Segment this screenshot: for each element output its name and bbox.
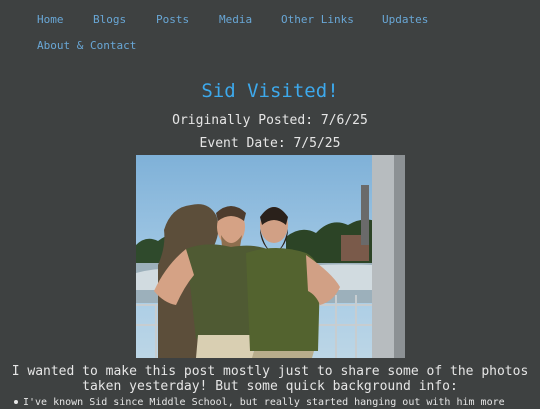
nav-about-contact-link[interactable]: About & Contact <box>37 39 136 53</box>
bullet-icon <box>14 400 18 404</box>
nav-home-link[interactable]: Home <box>37 13 64 27</box>
nav-posts-link[interactable]: Posts <box>156 13 189 27</box>
post-photo <box>136 155 405 358</box>
intro-line-2: taken yesterday! But some quick backgrou… <box>82 379 458 394</box>
intro-line-1: I wanted to make this post mostly just t… <box>11 364 529 379</box>
list-item-text: I've known Sid since Middle School, but … <box>23 397 505 408</box>
event-date: Event Date: 7/5/25 <box>199 136 341 151</box>
nav-updates-link[interactable]: Updates <box>382 13 428 27</box>
top-navigation: Home Blogs Posts Media Other Links Updat… <box>0 0 540 60</box>
nav-blogs-link[interactable]: Blogs <box>93 13 126 27</box>
posted-date: Originally Posted: 7/6/25 <box>172 113 368 128</box>
nav-other-links-link[interactable]: Other Links <box>281 13 354 27</box>
nav-media-link[interactable]: Media <box>219 13 252 27</box>
intro-paragraph: I wanted to make this post mostly just t… <box>0 364 540 394</box>
list-item: I've known Sid since Middle School, but … <box>14 396 540 409</box>
post-title: Sid Visited! <box>201 80 339 102</box>
